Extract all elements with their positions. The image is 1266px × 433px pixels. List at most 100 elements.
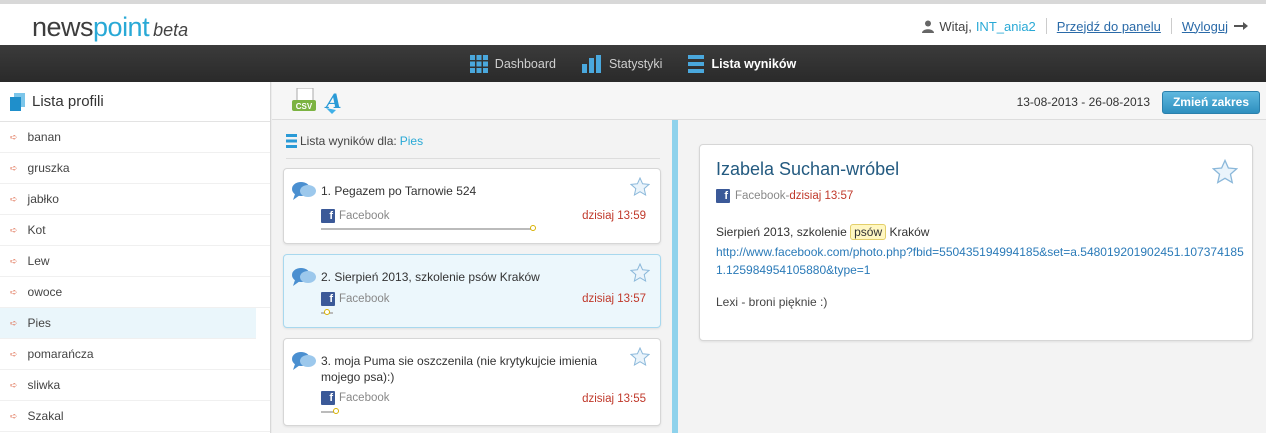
sidebar-item-label: sliwka <box>27 378 61 392</box>
detail-text: Sierpień 2013, szkolenie psów Kraków <box>716 224 930 240</box>
logout-arrow-icon[interactable] <box>1234 21 1248 31</box>
detail-card: Izabela Suchan-wróbel f Facebook - dzisi… <box>699 144 1253 341</box>
results-heading-label: Lista wyników dla: <box>300 134 397 148</box>
sidebar-item-lew[interactable]: ➪ Lew <box>0 246 270 277</box>
result-source-label: Facebook <box>339 210 390 222</box>
result-source: f Facebook <box>321 391 390 405</box>
comments-icon <box>292 182 316 200</box>
facebook-icon: f <box>716 189 730 203</box>
logo-text-news: news <box>32 12 94 42</box>
profile-sidebar: Lista profili ➪ banan ➪ gruszka ➪ jabłko ➪ K… <box>0 82 271 433</box>
arrow-icon: ➪ <box>10 410 18 421</box>
detail-text-after: Kraków <box>886 225 930 239</box>
result-time: dzisiaj 13:55 <box>582 393 646 405</box>
nav-dashboard[interactable]: Dashboard <box>469 54 556 73</box>
sidebar-title: Lista profili <box>32 93 104 110</box>
grid-icon <box>469 54 488 73</box>
results-list: Lista wyników dla: Pies 1. Pegazem po Ta… <box>272 120 672 433</box>
logout-link[interactable]: Wyloguj <box>1182 19 1228 34</box>
star-icon[interactable] <box>1212 159 1238 184</box>
csv-export-icon[interactable]: CSV <box>292 87 318 117</box>
detail-author[interactable]: Izabela Suchan-wróbel <box>716 159 899 180</box>
result-progress-dot <box>530 225 536 231</box>
sidebar-item-szakal[interactable]: ➪ Szakal <box>0 401 270 432</box>
content-toolbar: CSV A 13-08-2013 - 26-08-2013 Zmień zakr… <box>272 82 1266 120</box>
nav-lista-wynikow-label: Lista wyników <box>711 56 797 71</box>
keyword-highlight: psów <box>850 224 887 240</box>
documents-icon <box>10 92 25 111</box>
arrow-icon: ➪ <box>10 379 18 390</box>
sidebar-item-label: Szakal <box>27 409 64 423</box>
header-separator <box>1045 18 1047 34</box>
date-range: 13-08-2013 - 26-08-2013 <box>1016 95 1150 109</box>
comments-icon <box>292 352 316 370</box>
result-time: dzisiaj 13:57 <box>582 293 646 305</box>
user-icon <box>922 20 935 33</box>
result-source-label: Facebook <box>339 293 390 305</box>
star-icon[interactable] <box>630 347 650 366</box>
header-separator <box>1170 18 1172 34</box>
result-progress-dot <box>324 309 330 315</box>
arrow-icon: ➪ <box>10 255 18 266</box>
arrow-icon: ➪ <box>10 317 18 328</box>
result-progress-dot <box>333 408 339 414</box>
results-query: Pies <box>399 134 424 148</box>
bar-chart-icon <box>581 54 601 73</box>
arrow-icon: ➪ <box>10 193 18 204</box>
logo-text-point: point <box>93 12 150 42</box>
result-title[interactable]: 2. Sierpień 2013, szkolenie psów Kraków <box>321 269 621 285</box>
list-icon <box>688 54 705 73</box>
comments-icon <box>292 268 316 286</box>
sidebar-item-sliwka[interactable]: ➪ sliwka <box>0 370 270 401</box>
greeting-text: Witaj, <box>939 18 972 34</box>
result-card[interactable]: 1. Pegazem po Tarnowie 524 f Facebook dzi… <box>283 168 661 244</box>
translate-icon[interactable]: A <box>324 88 348 117</box>
result-progress-bar <box>321 228 533 230</box>
facebook-icon: f <box>321 292 335 306</box>
sidebar-item-label: gruszka <box>27 161 70 175</box>
nav-lista-wynikow[interactable]: Lista wyników <box>688 54 797 73</box>
sidebar-item-label: Kot <box>27 223 46 237</box>
arrow-icon: ➪ <box>10 131 18 142</box>
result-source: f Facebook <box>321 292 390 306</box>
detail-time: dzisiaj 13:57 <box>789 190 854 202</box>
top-header: newspoint beta Witaj, INT_ania2 Przejdź d… <box>0 0 1266 45</box>
change-range-button[interactable]: Zmień zakres <box>1161 91 1260 114</box>
result-card-selected[interactable]: 2. Sierpień 2013, szkolenie psów Kraków … <box>283 254 661 328</box>
detail-link[interactable]: http://www.facebook.com/photo.php?fbid=5… <box>716 243 1246 279</box>
csv-label: CSV <box>296 102 313 111</box>
sidebar-item-label: Pies <box>27 316 51 330</box>
results-divider <box>286 158 660 159</box>
nav-dashboard-label: Dashboard <box>494 56 556 71</box>
sidebar-item-banan[interactable]: ➪ banan <box>0 122 270 153</box>
sidebar-item-kot[interactable]: ➪ Kot <box>0 215 270 246</box>
arrow-icon: ➪ <box>10 224 18 235</box>
sidebar-item-jablko[interactable]: ➪ jabłko <box>0 184 270 215</box>
main-nav: Dashboard Statystyki Lista wyników <box>0 45 1266 82</box>
result-card[interactable]: 3. moja Puma sie oszczenila (nie krytyku… <box>283 338 661 426</box>
username[interactable]: INT_ania2 <box>976 19 1036 34</box>
sidebar-item-label: jabłko <box>27 192 59 206</box>
sidebar-header: Lista profili <box>0 82 270 122</box>
sidebar-item-gruszka[interactable]: ➪ gruszka <box>0 153 270 184</box>
sidebar-item-label: Lew <box>27 254 50 268</box>
sidebar-item-label: pomarańcza <box>27 347 94 361</box>
sidebar-item-label: owoce <box>27 285 63 299</box>
arrow-icon: ➪ <box>10 286 18 297</box>
result-title[interactable]: 1. Pegazem po Tarnowie 524 <box>321 183 621 199</box>
sidebar-item-pies[interactable]: ➪ Pies <box>0 308 256 339</box>
detail-body: Lexi - broni pięknie :) <box>716 295 828 309</box>
sidebar-item-pomarancza[interactable]: ➪ pomarańcza <box>0 339 270 370</box>
panel-link[interactable]: Przejdź do panelu <box>1057 19 1161 34</box>
star-icon[interactable] <box>630 263 650 282</box>
nav-statystyki[interactable]: Statystyki <box>581 54 662 73</box>
list-icon <box>286 134 297 148</box>
result-source-label: Facebook <box>339 392 390 404</box>
newspoint-logo[interactable]: newspoint beta <box>32 12 188 43</box>
csv-file-icon: CSV <box>292 87 316 111</box>
facebook-icon: f <box>321 209 335 223</box>
result-source: f Facebook <box>321 209 390 223</box>
star-icon[interactable] <box>630 177 650 196</box>
sidebar-item-owoce[interactable]: ➪ owoce <box>0 277 270 308</box>
result-title[interactable]: 3. moja Puma sie oszczenila (nie krytyku… <box>321 353 621 385</box>
